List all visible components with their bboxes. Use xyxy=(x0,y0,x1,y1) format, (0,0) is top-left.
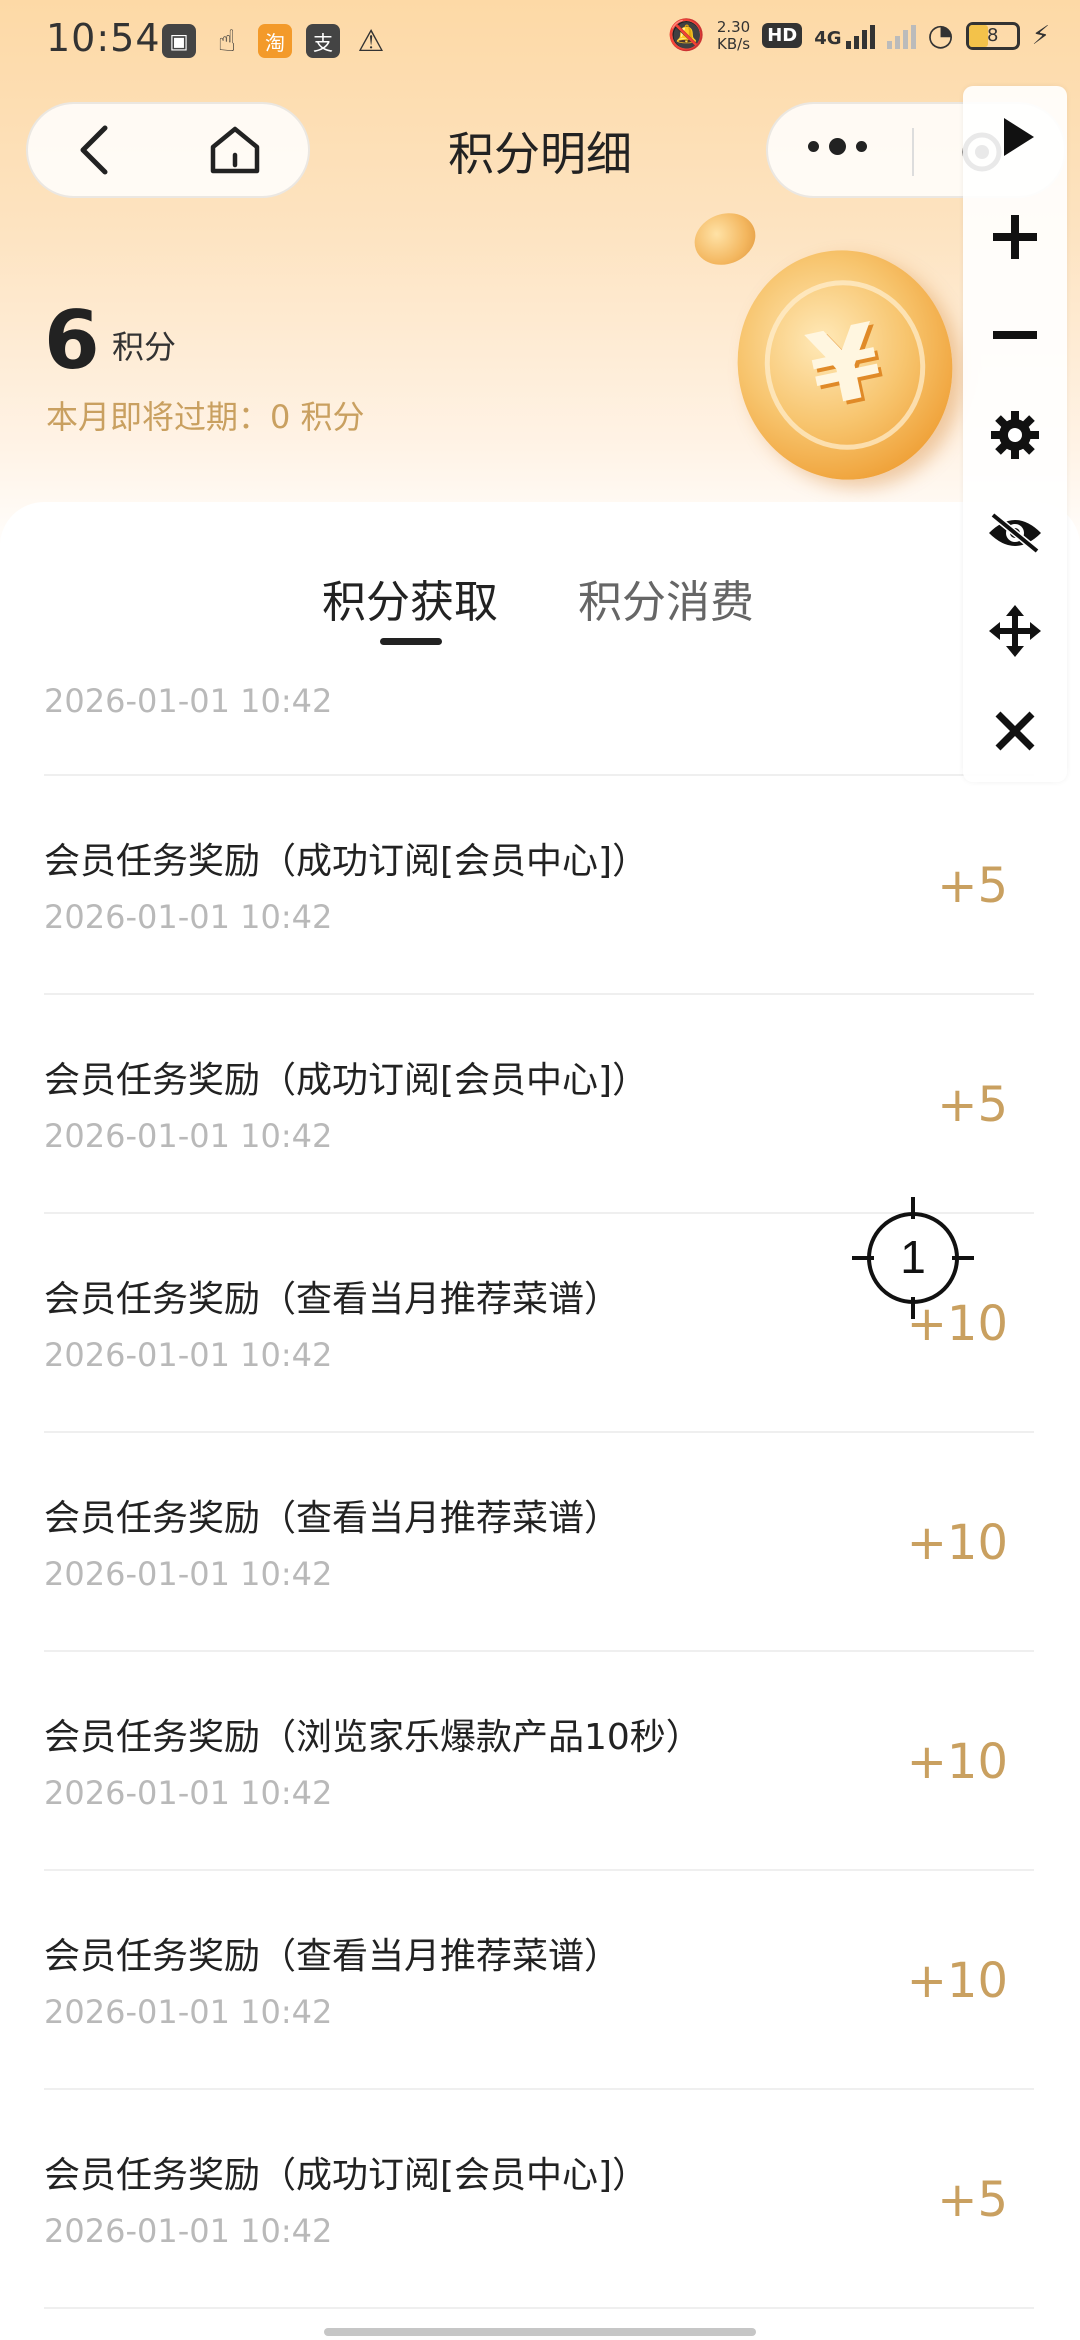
list-item[interactable]: 会员任务奖励（成功订阅[会员中心]） 2026-01-01 10:42 +5 xyxy=(44,995,1034,1214)
move-arrows-icon xyxy=(989,605,1041,657)
gear-icon xyxy=(991,411,1039,459)
record-time: 2026-01-01 10:42 xyxy=(44,898,333,936)
crosshair-icon: 1 xyxy=(852,1197,974,1319)
points-balance: 6 xyxy=(44,294,100,387)
points-unit-label: 积分 xyxy=(112,328,177,366)
taobao-notification-icon: 淘 xyxy=(258,24,292,58)
capsule-divider xyxy=(912,128,914,176)
record-time: 2026-01-01 10:42 xyxy=(44,1336,333,1374)
record-time: 2026-01-01 10:42 xyxy=(44,1555,333,1593)
hd-voice-icon: HD xyxy=(762,23,803,48)
eye-off-icon xyxy=(989,512,1041,554)
zoom-in-button[interactable] xyxy=(963,194,1067,280)
alipay-notification-icon: 支 xyxy=(306,24,340,58)
list-item[interactable]: 会员任务奖励（成功订阅[会员中心]） 2026-01-01 10:42 +5 xyxy=(44,2090,1034,2309)
network-speed: 2.30 KB/s xyxy=(716,17,751,53)
zoom-out-button[interactable] xyxy=(963,292,1067,378)
move-button[interactable] xyxy=(963,588,1067,674)
record-points: +10 xyxy=(906,1734,1008,1790)
record-points: +5 xyxy=(937,2172,1008,2228)
record-title: 会员任务奖励（查看当月推荐菜谱） xyxy=(44,1498,621,1539)
expiring-points-text: 本月即将过期：0 积分 xyxy=(46,398,365,436)
header-background xyxy=(0,0,1080,560)
record-points: +5 xyxy=(937,858,1008,914)
list-item[interactable]: 会员任务奖励（查看当月推荐菜谱） 2026-01-01 10:42 +10 xyxy=(44,1871,1034,2090)
play-button[interactable] xyxy=(963,94,1067,180)
hide-button[interactable] xyxy=(963,490,1067,576)
record-points: +5 xyxy=(937,1077,1008,1133)
wifi-icon: ◔ xyxy=(927,18,954,53)
record-time: 2026-01-01 10:42 xyxy=(44,2212,333,2250)
record-title: 会员任务奖励（浏览家乐爆款产品10秒） xyxy=(44,1717,702,1758)
record-time: 2026-01-01 10:42 xyxy=(44,1993,333,2031)
system-status-icons: 🔕 2.30 KB/s HD 4G ◔ 8 ⚡ xyxy=(667,18,1050,53)
list-item[interactable]: 2026-01-01 10:42 xyxy=(44,558,1034,776)
record-points: +10 xyxy=(906,1515,1008,1571)
yuan-symbol-icon: ¥ xyxy=(749,265,941,465)
home-indicator[interactable] xyxy=(324,2328,756,2336)
close-toolbar-button[interactable] xyxy=(963,688,1067,774)
charging-icon: ⚡ xyxy=(1031,20,1050,51)
list-item[interactable]: 会员任务奖励（浏览家乐爆款产品10秒） 2026-01-01 10:42 +10 xyxy=(44,1652,1034,1871)
status-time: 10:54 xyxy=(46,16,161,60)
hand-pointer-icon: ☝ xyxy=(217,23,237,59)
list-item[interactable]: 会员任务奖励（查看当月推荐菜谱） 2026-01-01 10:42 +10 xyxy=(44,1433,1034,1652)
network-type: 4G xyxy=(814,27,842,49)
crosshair-marker: 1 xyxy=(852,1197,974,1319)
close-icon xyxy=(995,711,1035,751)
status-bar: 10:54 ▣ ☝ 淘 支 ⚠ 🔕 2.30 KB/s HD 4G ◔ 8 ⚡ xyxy=(0,0,1080,84)
plus-icon xyxy=(993,215,1037,259)
record-title: 会员任务奖励（成功订阅[会员中心]） xyxy=(44,841,649,882)
battery-level: 8 xyxy=(987,25,999,46)
record-title: 会员任务奖励（成功订阅[会员中心]） xyxy=(44,1060,649,1101)
warning-icon: ⚠ xyxy=(357,23,385,59)
play-icon xyxy=(1004,118,1034,156)
battery-icon: 8 xyxy=(965,21,1020,50)
list-item[interactable]: 会员任务奖励（成功订阅[会员中心]） 2026-01-01 10:42 +5 xyxy=(44,776,1034,995)
app-notification-icon: ▣ xyxy=(162,24,196,58)
record-title: 会员任务奖励（成功订阅[会员中心]） xyxy=(44,2155,649,2196)
cellular-signal-2-icon xyxy=(886,23,916,49)
mute-bell-icon: 🔕 xyxy=(667,18,705,53)
more-menu-button[interactable] xyxy=(808,138,867,155)
net-speed-unit: KB/s xyxy=(717,34,751,53)
settings-button[interactable] xyxy=(963,392,1067,478)
record-title: 会员任务奖励（查看当月推荐菜谱） xyxy=(44,1279,621,1320)
notification-icons: ▣ ☝ 淘 支 ⚠ xyxy=(162,23,388,59)
crosshair-label: 1 xyxy=(900,1231,926,1283)
record-time: 2026-01-01 10:42 xyxy=(44,1774,333,1812)
record-time: 2026-01-01 10:42 xyxy=(44,1117,333,1155)
record-time: 2026-01-01 10:42 xyxy=(44,682,333,720)
minus-icon xyxy=(993,331,1037,339)
record-points: +10 xyxy=(906,1953,1008,2009)
net-speed-value: 2.30 xyxy=(716,17,751,36)
record-title: 会员任务奖励（查看当月推荐菜谱） xyxy=(44,1936,621,1977)
floating-toolbar xyxy=(963,86,1067,782)
cellular-signal-icon: 4G xyxy=(814,23,875,49)
